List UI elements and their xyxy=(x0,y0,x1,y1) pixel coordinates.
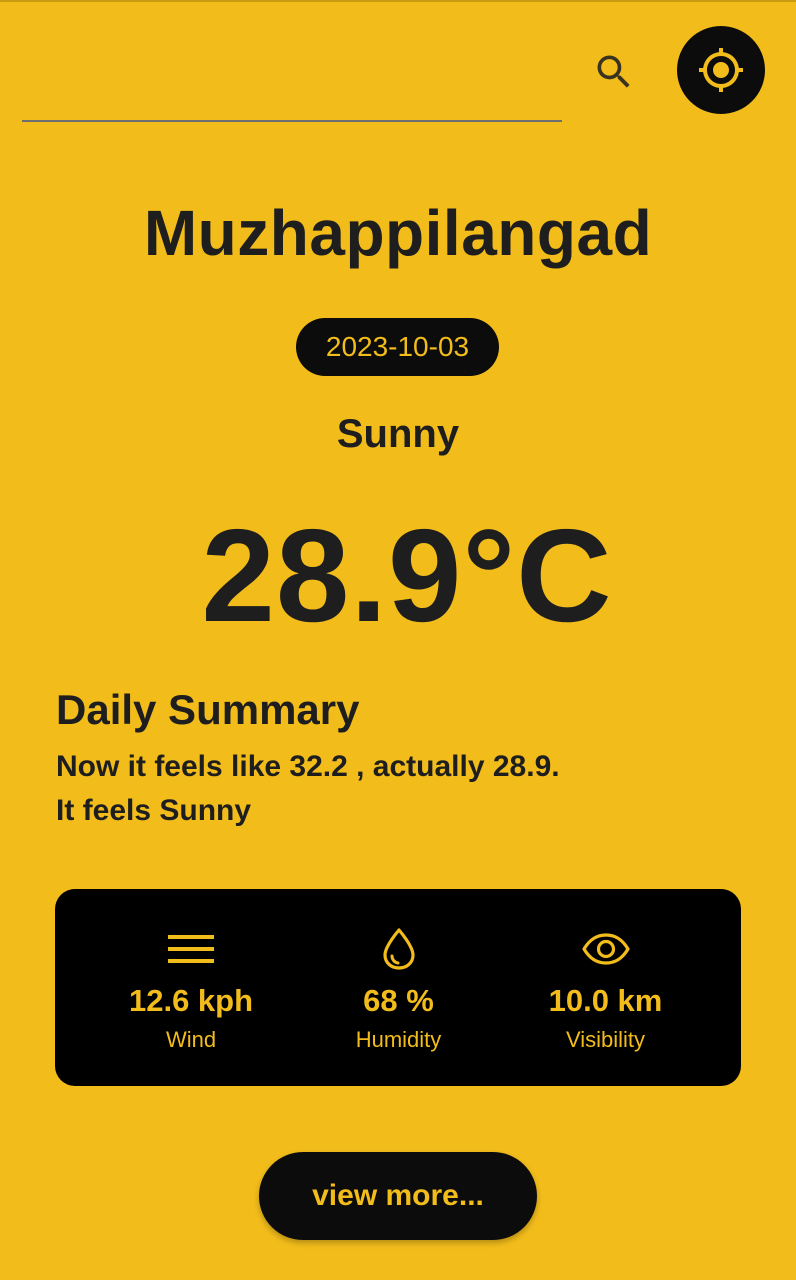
wind-value: 12.6 kph xyxy=(128,983,254,1018)
wind-icon-wrapper xyxy=(77,927,305,971)
view-more-label: view more... xyxy=(312,1179,484,1212)
date-text: 2023-10-03 xyxy=(325,331,470,362)
search-button[interactable] xyxy=(588,46,640,98)
city-search-input[interactable] xyxy=(22,40,562,122)
visibility-label: Visibility xyxy=(565,1027,646,1052)
weather-stats-card: 12.6 kph Wind 68 % Humidity 10.0 km Visi… xyxy=(55,889,741,1086)
current-location-button[interactable] xyxy=(677,26,765,114)
search-bar xyxy=(22,40,562,124)
view-more-button[interactable]: view more... xyxy=(259,1152,537,1240)
city-name: Muzhappilangad xyxy=(143,197,653,269)
wind-lines-icon xyxy=(168,935,214,963)
wind-label: Wind xyxy=(165,1027,217,1052)
eye-icon xyxy=(581,933,630,965)
search-icon xyxy=(597,55,630,88)
weather-condition: Sunny xyxy=(336,412,460,456)
date-badge: 2023-10-03 xyxy=(296,318,499,376)
humidity-value: 68 % xyxy=(363,983,434,1018)
daily-summary-text-1: Now it feels like 32.2 , actually 28.9. xyxy=(56,750,560,783)
visibility-icon-wrapper xyxy=(491,927,720,971)
visibility-value: 10.0 km xyxy=(548,983,663,1018)
humidity-stat: 68 % Humidity xyxy=(284,889,513,1086)
humidity-label: Humidity xyxy=(355,1027,442,1052)
top-border xyxy=(0,0,796,2)
humidity-icon-wrapper xyxy=(284,927,513,971)
wind-stat: 12.6 kph Wind xyxy=(77,889,305,1086)
current-temperature: 28.9°C xyxy=(201,502,613,649)
water-drop-icon xyxy=(382,928,415,970)
daily-summary-heading: Daily Summary xyxy=(56,686,360,733)
visibility-stat: 10.0 km Visibility xyxy=(491,889,720,1086)
daily-summary-text-2: It feels Sunny xyxy=(56,794,252,827)
my-location-icon xyxy=(699,48,743,92)
